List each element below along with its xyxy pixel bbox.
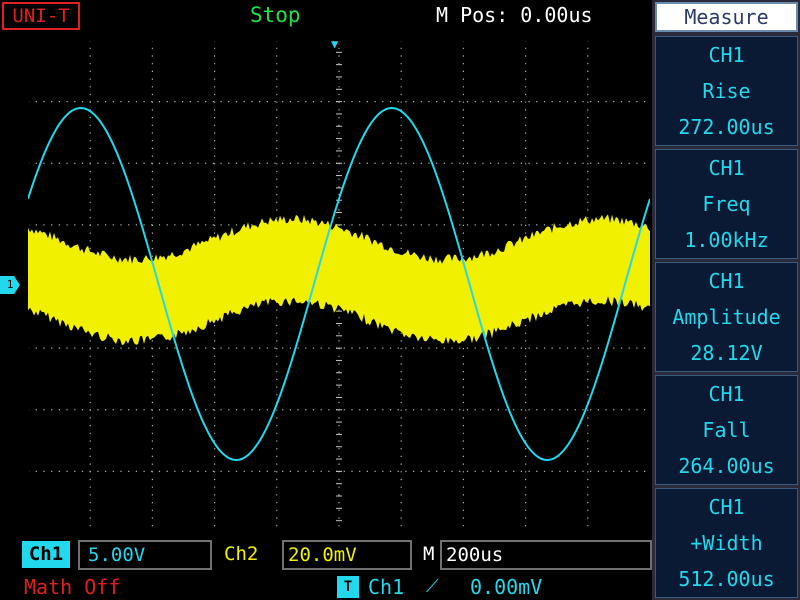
measure-value: 272.00us [678,115,775,139]
run-status: Stop [250,3,301,27]
trigger-icon: T [337,576,359,598]
timebase-readout: 200us [440,540,652,570]
math-status: Math Off [24,575,121,599]
measure-item-freq[interactable]: CH1 Freq 1.00kHz [655,149,798,259]
measure-value: 28.12V [690,341,763,365]
measure-value: 512.00us [678,567,775,591]
measure-channel: CH1 [708,156,745,180]
ch1-ground-marker[interactable]: 1 [0,276,20,294]
horizontal-position-readout: M Pos: 0.00us [436,3,593,27]
measure-item-pos-width[interactable]: CH1 +Width 512.00us [655,488,798,598]
ch1-volts-per-div: 5.00V [78,540,212,570]
ch2-volts-per-div: 20.0mV [282,540,412,570]
main-timebase-label: M [423,543,435,565]
ch1-label[interactable]: Ch1 [22,541,70,568]
waveform-display [28,40,650,533]
measure-item-fall[interactable]: CH1 Fall 264.00us [655,375,798,485]
measure-item-rise[interactable]: CH1 Rise 272.00us [655,36,798,146]
measure-value: 264.00us [678,454,775,478]
measure-channel: CH1 [708,43,745,67]
measure-label: Fall [702,418,751,442]
measure-label: +Width [690,531,763,555]
measure-channel: CH1 [708,269,745,293]
measure-label: Freq [702,192,751,216]
trigger-source: Ch1 [368,575,405,599]
ch2-label[interactable]: Ch2 [224,541,258,568]
measure-channel: CH1 [708,495,745,519]
measure-channel: CH1 [708,382,745,406]
trigger-level: 0.00mV [470,575,543,599]
trigger-position-marker: ▼ [331,37,339,51]
rising-edge-icon: ⟋ [426,576,439,597]
brand-logo: UNI-T [2,2,80,30]
measure-value: 1.00kHz [684,228,769,252]
measure-item-amplitude[interactable]: CH1 Amplitude 28.12V [655,262,798,372]
measure-menu-title[interactable]: Measure [655,2,798,32]
measure-label: Amplitude [672,305,781,329]
measure-label: Rise [702,79,751,103]
